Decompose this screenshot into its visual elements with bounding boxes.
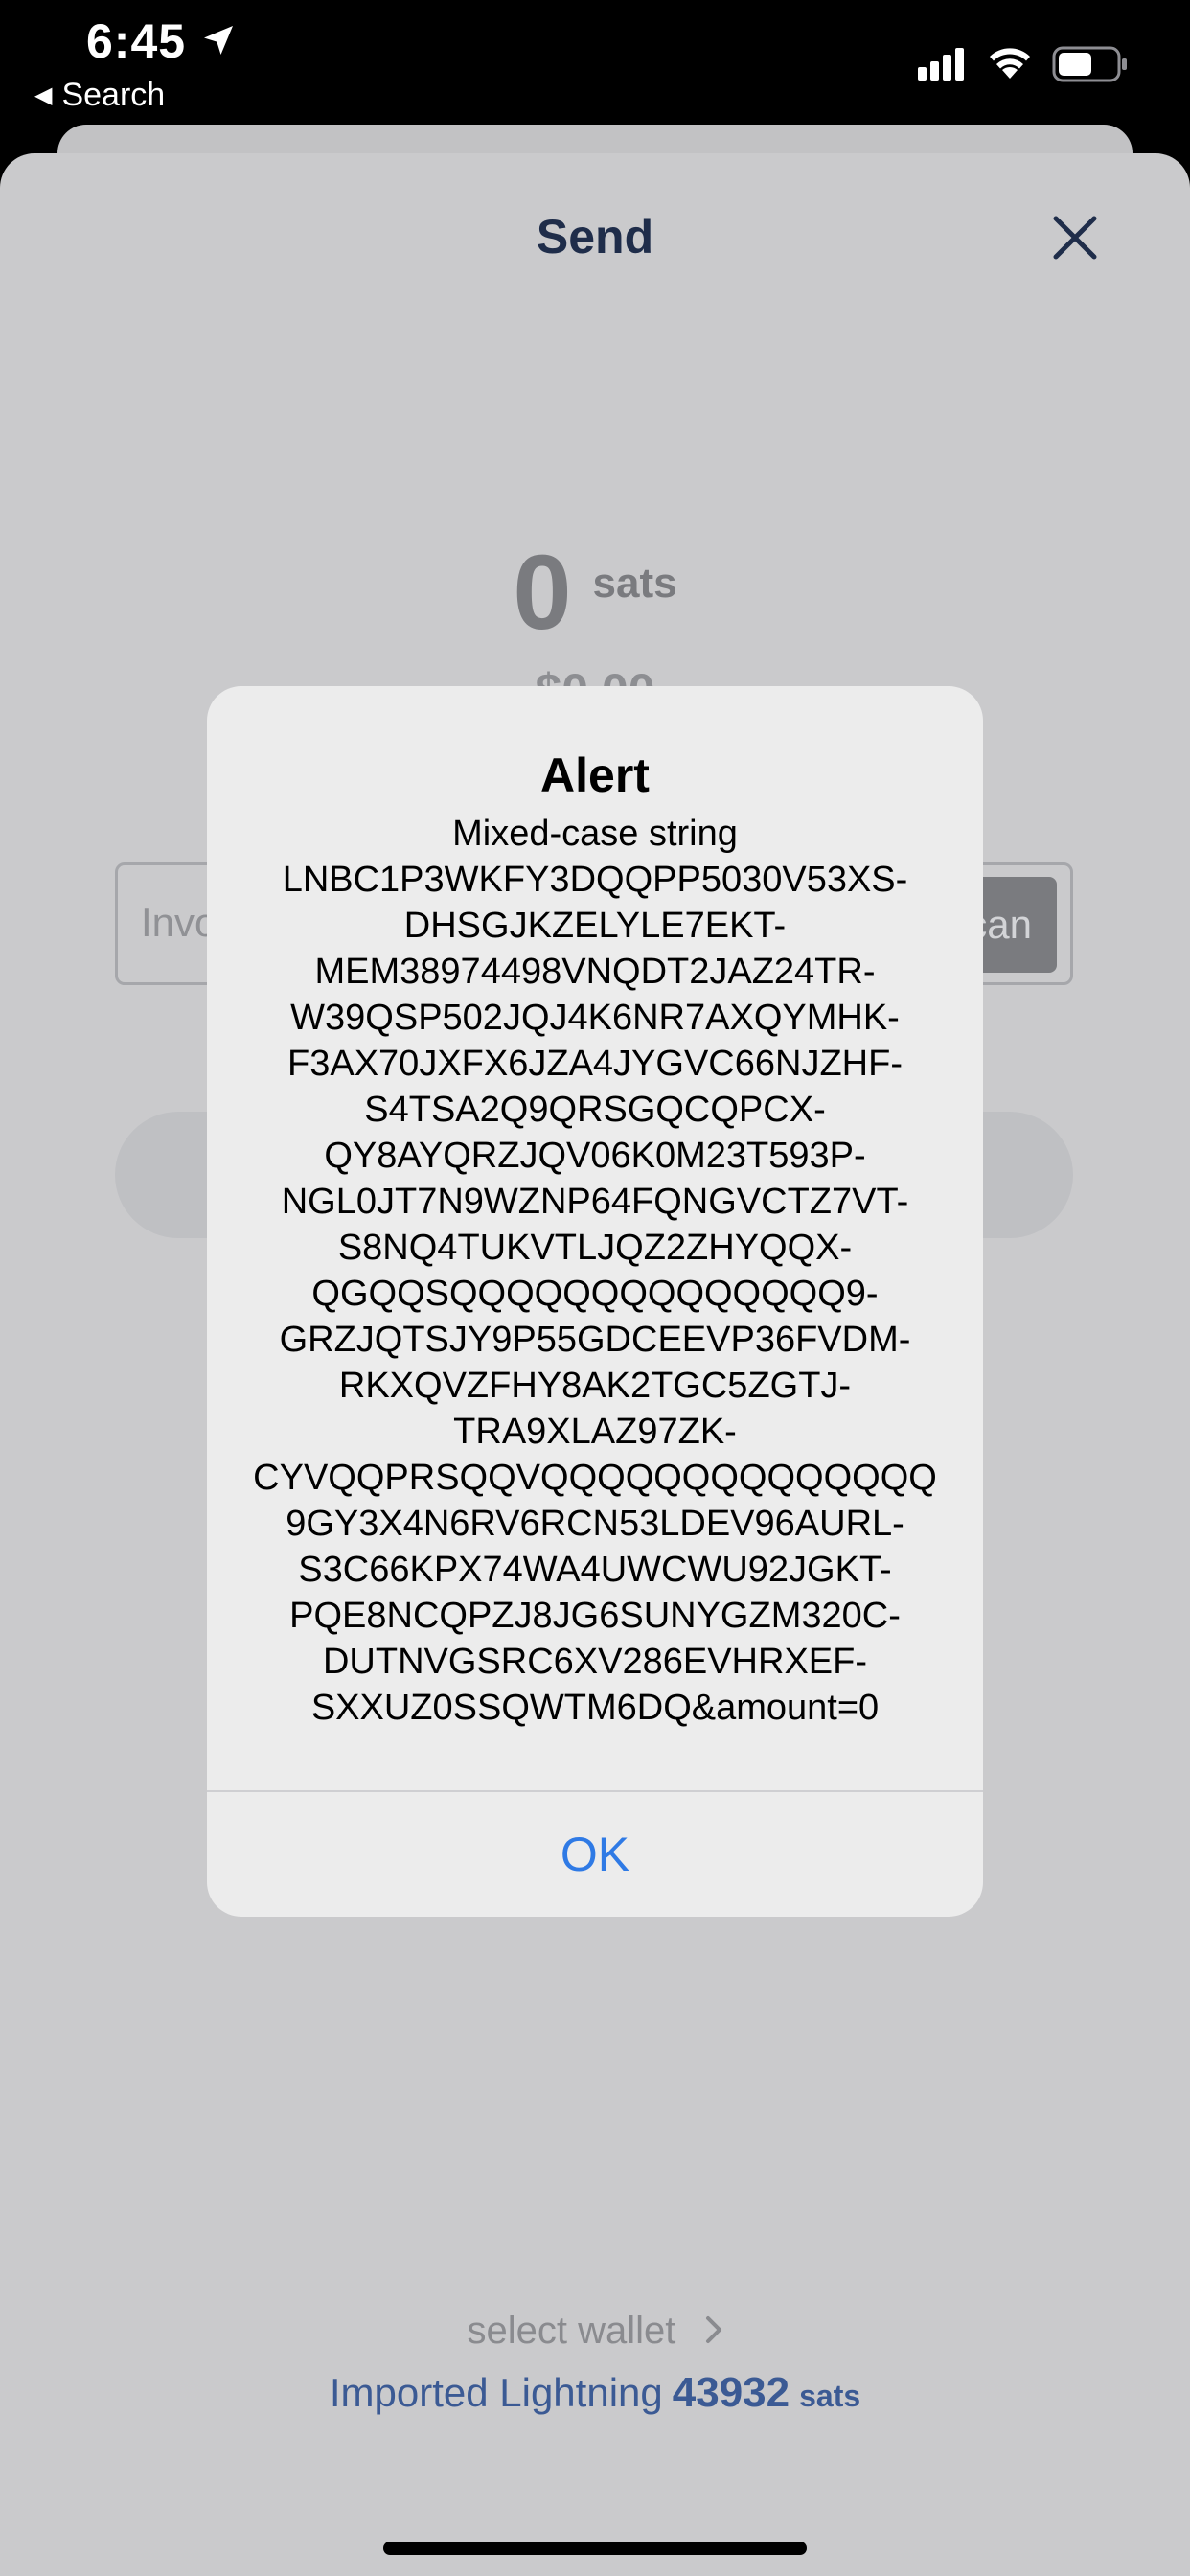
alert-message-line: SXXUZ0SSQWTM6DQ&amount=0 [310, 1688, 880, 1728]
back-to-search-link[interactable]: ◀ Search [34, 77, 165, 114]
chevron-right-icon [705, 2316, 721, 2343]
alert-message-line: RKXQVZFHY8AK2TGC5ZGTJ- [338, 1366, 852, 1406]
alert-dialog: Alert Mixed-case string LNBC1P3WKFY3DQQP… [207, 686, 983, 1917]
alert-message-line: S3C66KPX74WA4UWCWU92JGKT- [298, 1550, 892, 1590]
ok-button[interactable]: OK [207, 1792, 983, 1917]
alert-message-line: DHSGJKZELYLE7EKT- [403, 906, 787, 946]
location-arrow-icon [204, 26, 233, 55]
alert-message-line: CYVQQPRSQQVQQQQQQQQQQQQQQ [253, 1458, 937, 1498]
battery-icon [1052, 46, 1127, 82]
alert-message-line: NGL0JT7N9WZNP64FQNGVCTZ7VT- [281, 1182, 909, 1222]
alert-message-line: GRZJQTSJY9P55GDCEEVP36FVDM- [279, 1320, 911, 1360]
alert-message-line: Mixed-case string [452, 814, 738, 854]
home-indicator [383, 2542, 807, 2555]
status-bar: 6:45 ◀ Search [0, 0, 1190, 144]
alert-message-line: S8NQ4TUKVTLJQZ2ZHYQQX- [337, 1228, 853, 1268]
select-wallet-label: select wallet [467, 2310, 676, 2352]
amount-value: 0 [513, 534, 572, 652]
wallet-balance: 43932 [672, 2369, 790, 2416]
select-wallet-link[interactable]: select wallet [0, 2310, 1190, 2353]
amount-display[interactable]: 0 sats [0, 532, 1190, 654]
alert-message-line: DUTNVGSRC6XV286EVHRXEF- [322, 1642, 868, 1682]
alert-message-line: F3AX70JXFX6JZA4JYGVC66NJZHF- [287, 1044, 903, 1084]
alert-message-line: W39QSP502JQJ4K6NR7AXQYMHK- [290, 998, 900, 1038]
cellular-signal-icon [918, 48, 964, 80]
alert-message-line: QGQQSQQQQQQQQQQQQQQ9- [311, 1274, 879, 1314]
wifi-icon [990, 48, 1030, 79]
alert-title: Alert [540, 748, 650, 802]
back-label: Search [61, 77, 166, 113]
close-icon[interactable] [1050, 213, 1100, 263]
wallet-name: Imported Lightning [329, 2370, 663, 2415]
back-triangle-icon: ◀ [34, 82, 53, 108]
status-time: 6:45 [86, 14, 187, 68]
alert-message-line: TRA9XLAZ97ZK- [453, 1412, 737, 1452]
alert-message-line: LNBC1P3WKFY3DQQPP5030V53XS- [282, 860, 908, 900]
amount-unit: sats [592, 559, 677, 607]
alert-message-line: MEM38974498VNQDT2JAZ24TR- [314, 952, 876, 992]
alert-message: Mixed-case string LNBC1P3WKFY3DQQPP5030V… [236, 811, 954, 1731]
wallet-unit: sats [799, 2379, 861, 2413]
selected-wallet[interactable]: Imported Lightning 43932 sats [0, 2369, 1190, 2417]
alert-message-line: S4TSA2Q9QRSGQCQPCX- [364, 1090, 826, 1130]
alert-message-line: QY8AYQRZJQV06K0M23T593P- [324, 1136, 866, 1176]
alert-message-line: 9GY3X4N6RV6RCN53LDEV96AURL- [286, 1504, 904, 1544]
page-title: Send [536, 210, 654, 264]
alert-message-line: PQE8NCQPZJ8JG6SUNYGZM320C- [289, 1596, 901, 1636]
